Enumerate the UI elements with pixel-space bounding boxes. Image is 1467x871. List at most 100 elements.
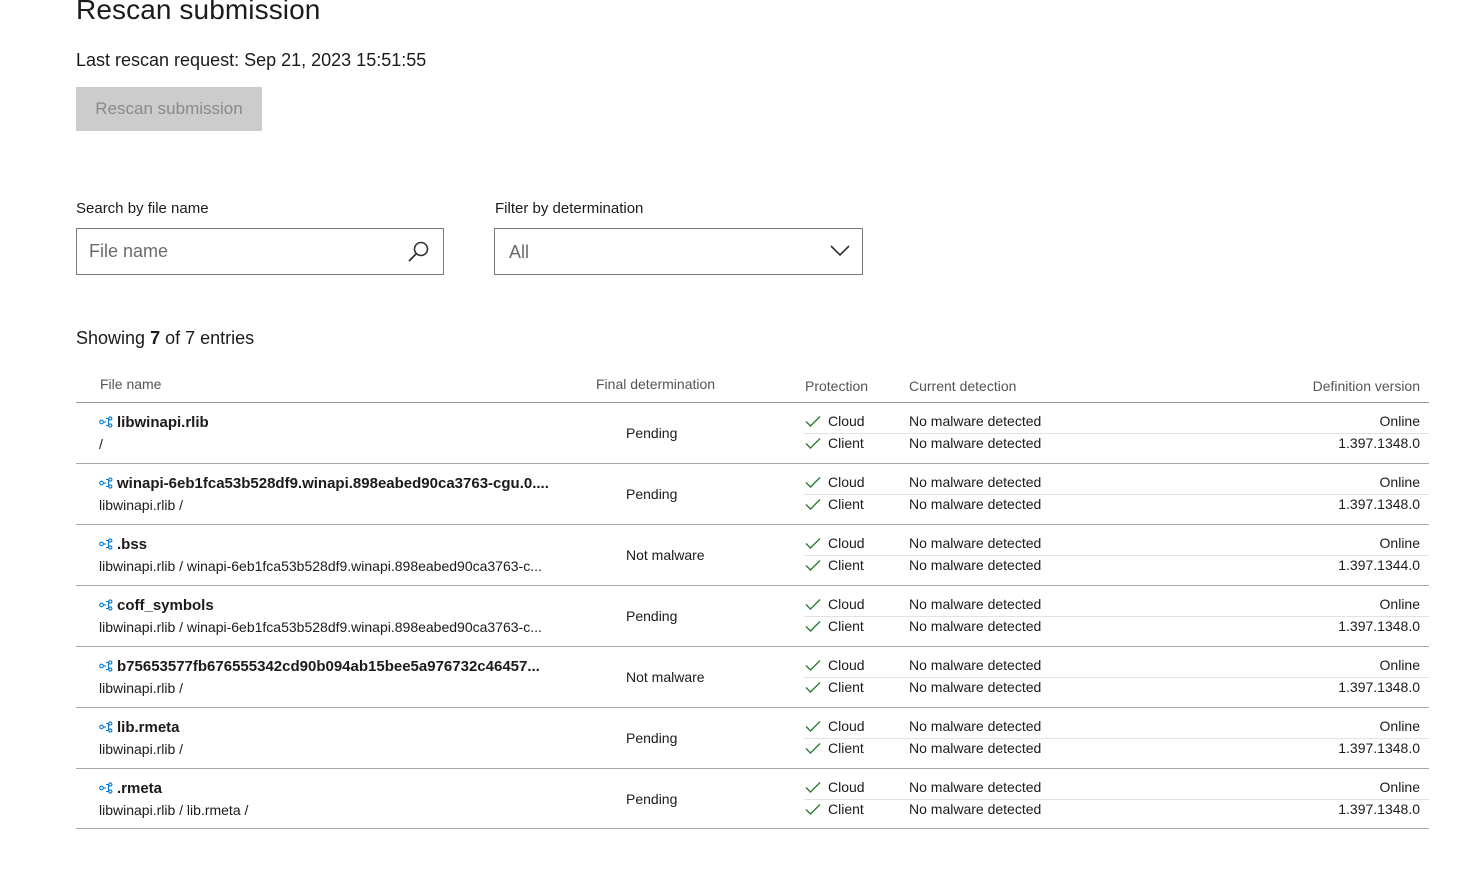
shown-count: 7 [150,328,161,348]
definition-client: 1.397.1348.0 [1338,618,1420,634]
file-node-icon [99,721,113,733]
protection-label: Client [828,740,864,756]
detection-client: No malware detected [909,801,1042,817]
row-divider [804,494,1429,495]
table-row[interactable]: lib.rmeta libwinapi.rlib / Pending Cloud Cli… [76,708,1429,769]
file-name-cell[interactable]: .rmeta [99,780,569,797]
protection-client: Client [805,435,864,451]
definition-cloud: Online [1379,779,1420,795]
column-file-name[interactable]: File name [100,376,161,392]
file-name-cell[interactable]: b75653577fb676555342cd90b094ab15bee5a976… [99,658,569,675]
column-current-detection[interactable]: Current detection [909,378,1016,394]
protection-cloud: Cloud [805,718,865,734]
column-definition-version[interactable]: Definition version [1313,378,1420,394]
protection-cloud: Cloud [805,535,865,551]
definition-cloud: Online [1379,413,1420,429]
definition-cloud: Online [1379,596,1420,612]
row-divider [804,433,1429,434]
detection-cloud: No malware detected [909,474,1042,490]
check-icon [805,560,821,571]
chevron-down-icon [830,245,850,257]
file-name-cell[interactable]: winapi-6eb1fca53b528df9.winapi.898eabed9… [99,475,569,492]
protection-label: Client [828,435,864,451]
detection-client: No malware detected [909,679,1042,695]
file-name[interactable]: winapi-6eb1fca53b528df9.winapi.898eabed9… [117,475,549,492]
detection-cloud: No malware detected [909,596,1042,612]
protection-label: Cloud [828,474,865,490]
protection-label: Cloud [828,718,865,734]
search-input[interactable] [77,229,397,274]
file-path: / [99,436,103,452]
protection-cloud: Cloud [805,657,865,673]
file-name-cell[interactable]: libwinapi.rlib [99,414,569,431]
detection-cloud: No malware detected [909,657,1042,673]
file-name[interactable]: .bss [117,536,147,553]
file-name-cell[interactable]: lib.rmeta [99,719,569,736]
row-divider [804,616,1429,617]
protection-label: Cloud [828,779,865,795]
file-name-cell[interactable]: .bss [99,536,569,553]
protection-cloud: Cloud [805,779,865,795]
file-path: libwinapi.rlib / winapi-6eb1fca53b528df9… [99,619,542,635]
final-determination: Pending [626,730,678,746]
file-name[interactable]: libwinapi.rlib [117,414,209,431]
protection-cloud: Cloud [805,474,865,490]
check-icon [805,682,821,693]
determination-filter-select[interactable]: All [494,228,863,275]
file-name[interactable]: coff_symbols [117,597,214,614]
row-divider [804,738,1429,739]
table-row[interactable]: b75653577fb676555342cd90b094ab15bee5a976… [76,647,1429,708]
search-box[interactable] [76,228,444,275]
check-icon [805,477,821,488]
check-icon [805,599,821,610]
check-icon [805,660,821,671]
protection-cloud: Cloud [805,413,865,429]
rescan-submission-button[interactable]: Rescan submission [76,87,262,131]
file-name[interactable]: lib.rmeta [117,719,180,736]
column-protection[interactable]: Protection [805,378,868,394]
check-icon [805,416,821,427]
row-divider [804,677,1429,678]
row-divider [804,555,1429,556]
protection-label: Client [828,801,864,817]
page-title: Rescan submission [76,0,321,25]
file-name-cell[interactable]: coff_symbols [99,597,569,614]
filter-label: Filter by determination [495,200,644,217]
protection-label: Client [828,618,864,634]
check-icon [805,743,821,754]
detection-cloud: No malware detected [909,535,1042,551]
final-determination: Pending [626,425,678,441]
definition-client: 1.397.1348.0 [1338,801,1420,817]
table-body: libwinapi.rlib / Pending Cloud Client No malw… [76,403,1429,829]
table-row[interactable]: coff_symbols libwinapi.rlib / winapi-6eb1… [76,586,1429,647]
column-final-determination[interactable]: Final determination [596,376,715,392]
table-row[interactable]: .rmeta libwinapi.rlib / lib.rmeta / Pendin… [76,769,1429,829]
definition-cloud: Online [1379,718,1420,734]
final-determination: Not malware [626,669,705,685]
files-table: File name Final determination Protection… [76,370,1429,829]
definition-cloud: Online [1379,474,1420,490]
detection-client: No malware detected [909,557,1042,573]
file-node-icon [99,660,113,672]
file-name[interactable]: .rmeta [117,780,162,797]
protection-label: Cloud [828,596,865,612]
table-row[interactable]: winapi-6eb1fca53b528df9.winapi.898eabed9… [76,464,1429,525]
file-name[interactable]: b75653577fb676555342cd90b094ab15bee5a976… [117,658,540,675]
table-row[interactable]: libwinapi.rlib / Pending Cloud Client No malw… [76,403,1429,464]
protection-client: Client [805,618,864,634]
table-row[interactable]: .bss libwinapi.rlib / winapi-6eb1fca53b52… [76,525,1429,586]
protection-client: Client [805,557,864,573]
protection-label: Cloud [828,413,865,429]
last-rescan-text: Last rescan request: Sep 21, 2023 15:51:… [76,50,427,70]
protection-client: Client [805,496,864,512]
file-node-icon [99,477,113,489]
check-icon [805,804,821,815]
final-determination: Pending [626,486,678,502]
search-icon[interactable] [407,240,431,264]
file-node-icon [99,416,113,428]
search-label: Search by file name [76,200,209,217]
definition-client: 1.397.1348.0 [1338,435,1420,451]
entries-count: Showing 7 of 7 entries [76,328,254,349]
detection-client: No malware detected [909,740,1042,756]
check-icon [805,782,821,793]
